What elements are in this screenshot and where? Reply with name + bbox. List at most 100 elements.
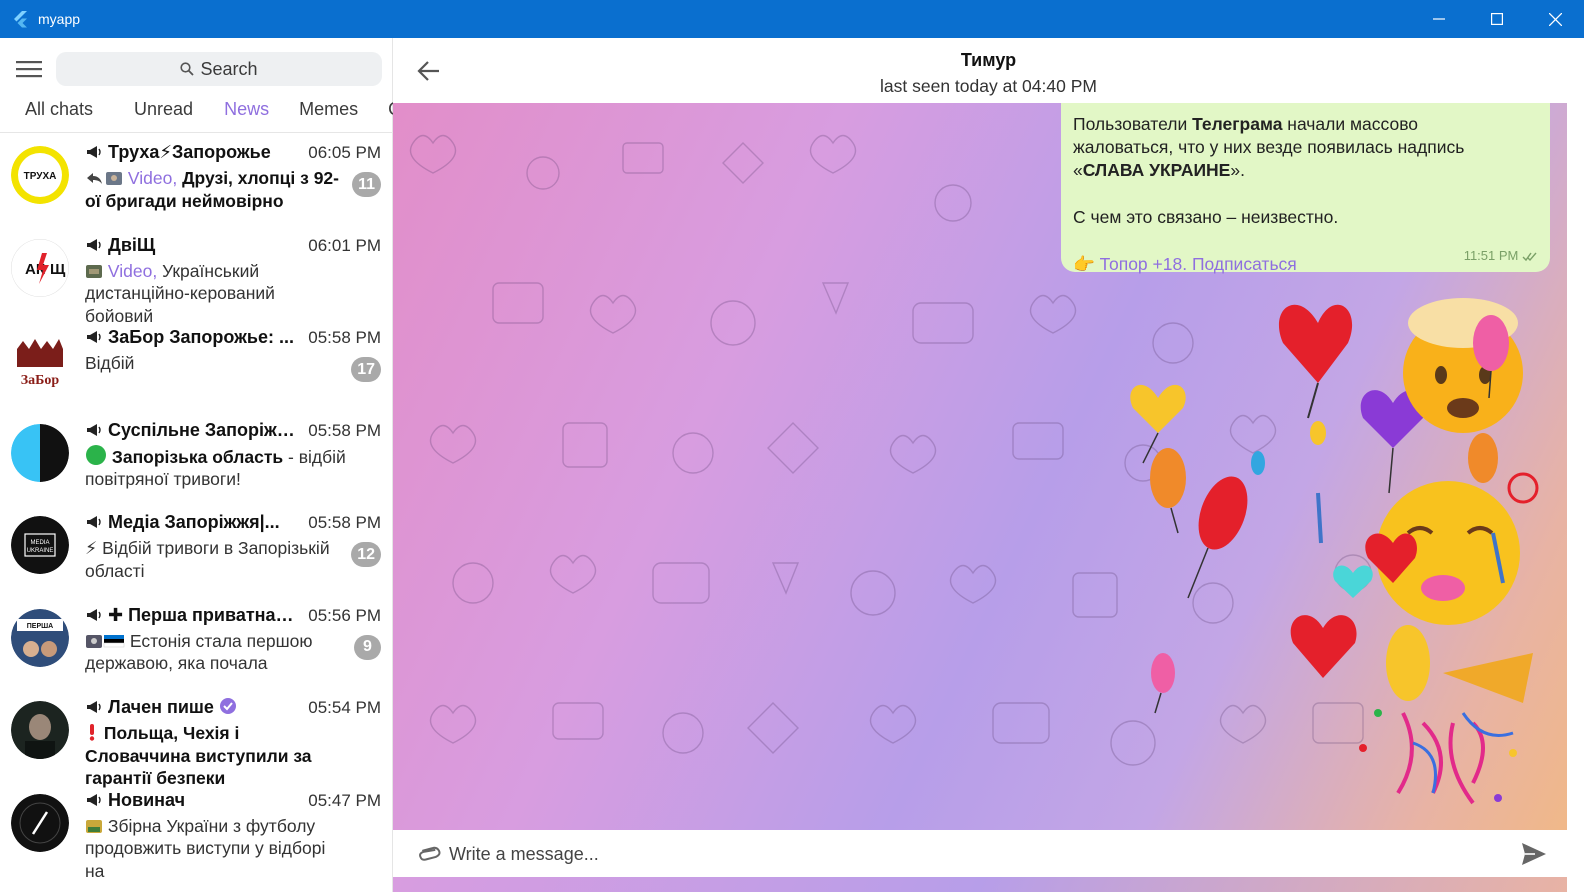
preview-media-label: Video,	[107, 260, 158, 281]
chat-list-item[interactable]: Новинач 05:47 PM Збірна України з футбол…	[0, 782, 393, 881]
svg-text:ЗаБор: ЗаБор	[21, 373, 60, 388]
megaphone-icon	[87, 516, 101, 528]
peer-name[interactable]: Тимур	[393, 50, 1584, 71]
minimize-button[interactable]	[1410, 0, 1468, 38]
chat-list-item[interactable]: АК Щ ДвіЩ 06:01 PM Video, Український дис…	[0, 227, 393, 326]
chat-name: Медіа Запоріжжя|...	[108, 512, 280, 532]
svg-text:UKRAINE: UKRAINE	[27, 548, 54, 554]
emoji-sticker-cluster	[1130, 298, 1539, 805]
megaphone-icon	[87, 423, 101, 436]
chat-wallpaper: Пользователи Телеграма начали массово жа…	[393, 103, 1567, 830]
preview-bold: Польща, Чехія і Словаччина виступили за …	[85, 723, 312, 788]
chat-preview: Video, Друзі, хлопці з 92-ої бригади ней…	[85, 167, 347, 212]
message-composer	[401, 831, 1561, 877]
search-icon	[180, 62, 195, 76]
verified-badge-icon	[219, 698, 236, 714]
tab-g[interactable]: G	[358, 96, 393, 132]
megaphone-icon	[87, 238, 101, 251]
chat-list-item[interactable]: Лачен пише 05:54 PM Польща, Чехія і Слов…	[0, 689, 393, 788]
avatar: ЗаБор	[11, 331, 69, 389]
chat-list-item[interactable]: ТРУХА Труха⚡Запорожье 06:05 PM Video, Др…	[0, 134, 393, 227]
chat-time: 06:05 PM	[308, 143, 381, 162]
megaphone-icon	[87, 331, 101, 343]
chat-preview: ⚡ Відбій тривоги в Запорізькій області	[85, 537, 347, 582]
svg-text:ПЕРША: ПЕРША	[27, 623, 53, 630]
preview-media-label: Video,	[127, 168, 178, 188]
window-title: myapp	[38, 11, 81, 27]
hamburger-menu-icon[interactable]	[14, 58, 44, 80]
chat-preview: Запорізька область - відбій повітряної т…	[85, 444, 347, 491]
message-bubble[interactable]: Пользователи Телеграма начали массово жа…	[1061, 103, 1550, 274]
message-time: 11:51 PM	[1463, 248, 1519, 263]
svg-text:ТРУХА: ТРУХА	[24, 171, 57, 182]
chat-list-item[interactable]: Суспільне Запоріжж... 05:58 PM Запорізьк…	[0, 412, 393, 505]
folder-tabs: All chats Unread News Memes G	[0, 96, 393, 132]
double-check-icon	[1522, 252, 1537, 262]
attach-paperclip-icon[interactable]	[415, 840, 441, 868]
chat-time: 05:56 PM	[308, 605, 381, 625]
megaphone-icon	[87, 793, 101, 806]
chat-name: Труха⚡Запорожье	[108, 142, 271, 162]
search-box[interactable]: Search	[56, 52, 382, 86]
send-icon[interactable]	[1519, 840, 1549, 868]
message-line-2: жаловаться, что у них везде появилась на…	[1073, 137, 1465, 157]
chat-list-item[interactable]: ПЕРША ✚ Перша приватна ... 05:56 PM Есто…	[0, 597, 393, 690]
scrollbar-track[interactable]	[1567, 103, 1584, 892]
chat-preview: Video, Український дистанційно-керований…	[85, 260, 347, 328]
photo-thumbnail-icon	[86, 634, 102, 648]
estonia-flag-icon	[103, 634, 125, 647]
unread-badge: 9	[354, 634, 381, 660]
tab-all-chats[interactable]: All chats	[0, 96, 93, 132]
chat-name: Суспільне Запоріжж...	[108, 419, 295, 440]
avatar	[11, 793, 69, 852]
preview-bold: Запорізька область	[111, 446, 284, 467]
megaphone-icon	[87, 608, 101, 621]
unread-badge: 12	[351, 542, 381, 567]
chat-name: ✚ Перша приватна ...	[108, 604, 295, 625]
pointing-hand-icon: 👉	[1073, 254, 1095, 274]
green-circle-icon	[86, 444, 106, 465]
megaphone-icon	[87, 701, 101, 713]
sidebar: Search All chats Unread News Memes G ТРУ…	[0, 38, 393, 892]
tab-memes[interactable]: Memes	[269, 96, 358, 132]
tab-unread[interactable]: Unread	[93, 96, 193, 132]
avatar	[11, 423, 69, 482]
chat-time: 05:54 PM	[308, 698, 381, 717]
chat-preview: Естонія стала першою державою, яка почал…	[85, 630, 347, 675]
video-thumbnail-icon	[106, 172, 122, 185]
avatar: АК Щ	[11, 238, 69, 297]
close-button[interactable]	[1526, 0, 1584, 38]
flutter-logo-icon	[14, 11, 27, 28]
message-line-1: Пользователи Телеграма начали массово	[1073, 114, 1419, 134]
chat-list-item[interactable]: MEDIA UKRAINE Медіа Запоріжжя|... 05:58 P…	[0, 504, 393, 597]
maximize-button[interactable]	[1468, 0, 1526, 38]
chat-name: Новинач	[108, 789, 186, 810]
chat-time: 05:58 PM	[308, 513, 381, 532]
video-thumbnail-icon	[86, 264, 102, 278]
unread-badge: 17	[351, 357, 381, 382]
avatar	[11, 701, 69, 759]
message-meta: 11:51 PM	[1464, 244, 1538, 267]
chat-preview: Збірна України з футболу продовжить вист…	[85, 815, 347, 883]
chat-list: ТРУХА Труха⚡Запорожье 06:05 PM Video, Др…	[0, 134, 393, 881]
chat-list-item[interactable]: ЗаБор ЗаБор Запорожье: ... 05:58 PM Відб…	[0, 319, 393, 412]
chat-name: ДвіЩ	[108, 234, 156, 255]
subscribe-link-text[interactable]: Топор +18. Подписаться	[1100, 254, 1297, 274]
svg-text:MEDIA: MEDIA	[30, 540, 49, 546]
chat-time: 05:47 PM	[308, 790, 381, 810]
preview-text: ⚡ Відбій тривоги в Запорізькій області	[85, 538, 330, 581]
photo-thumbnail-icon	[86, 819, 102, 833]
forward-icon	[87, 173, 102, 184]
chat-time: 06:01 PM	[308, 235, 381, 255]
chat-name: Лачен пише	[108, 697, 214, 717]
chat-header: Тимур last seen today at 04:40 PM	[393, 38, 1584, 103]
title-bar: myapp	[0, 0, 1584, 38]
chat-time: 05:58 PM	[308, 420, 381, 440]
minimize-icon	[1433, 18, 1445, 20]
tab-news[interactable]: News	[193, 96, 269, 132]
message-input[interactable]	[449, 831, 1489, 877]
wallpaper-bottom	[393, 877, 1567, 892]
chat-time: 05:58 PM	[308, 328, 381, 347]
unread-badge: 11	[352, 172, 381, 197]
exclamation-icon	[89, 724, 95, 741]
